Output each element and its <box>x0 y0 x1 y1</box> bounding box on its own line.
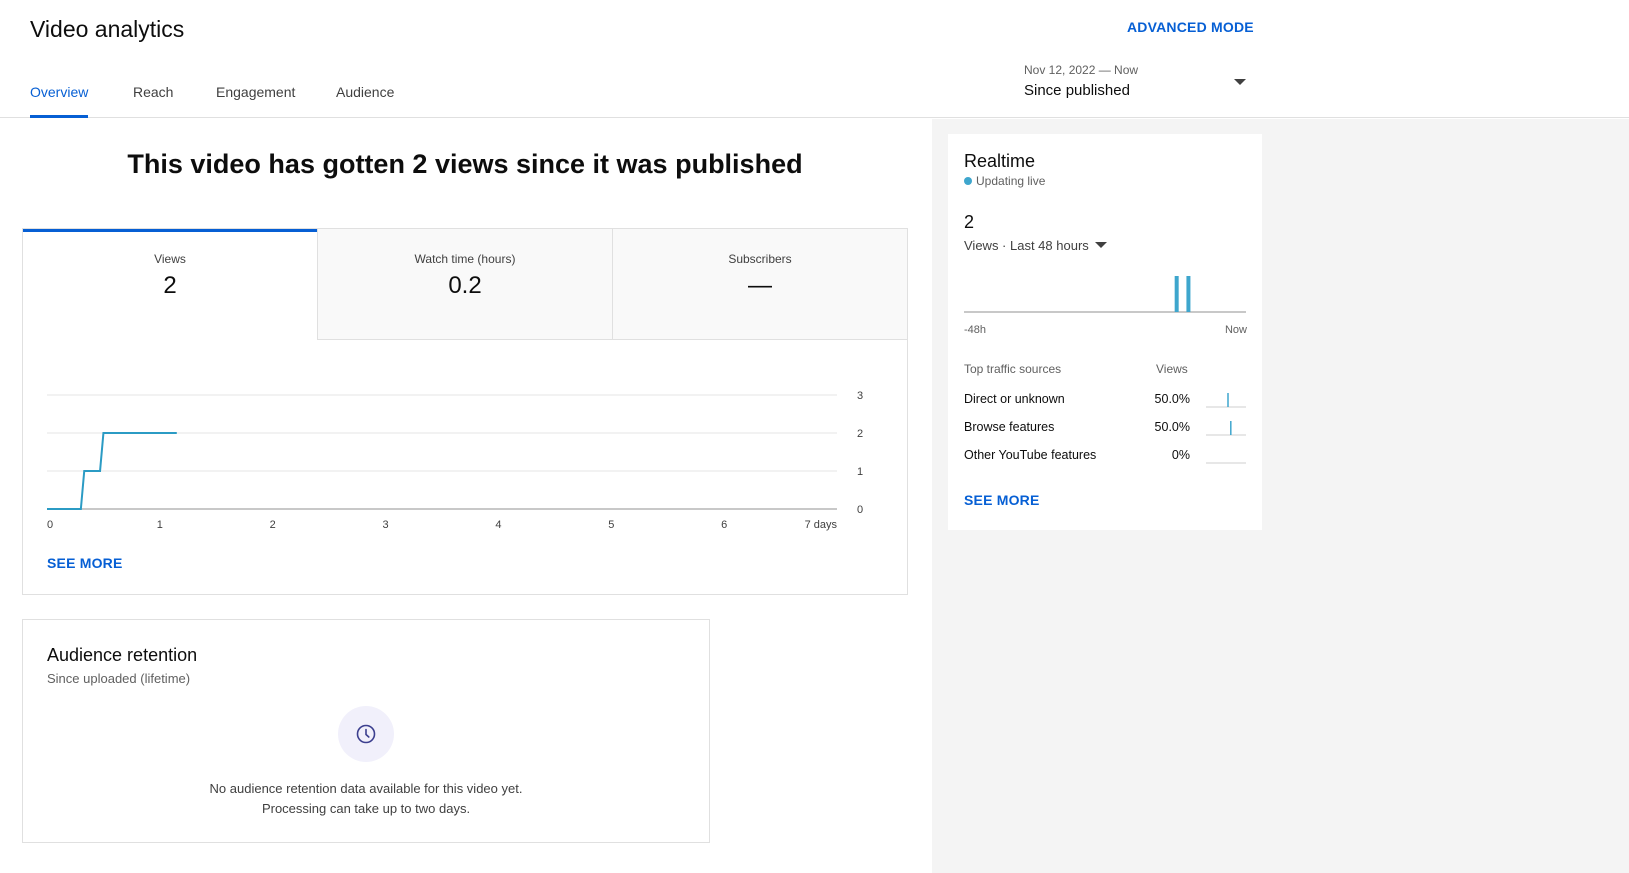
realtime-title: Realtime <box>964 151 1036 171</box>
see-more-button[interactable]: SEE MORE <box>47 555 123 571</box>
realtime-bar <box>1174 276 1179 312</box>
overview-headline: This video has gotten 2 views since it w… <box>127 149 803 179</box>
traffic-source-name: Direct or unknown <box>964 392 1065 406</box>
traffic-sources-header: Top traffic sources Views <box>964 362 1246 376</box>
y-tick-label: 0 <box>857 504 863 516</box>
x-tick-label: 5 <box>608 519 614 531</box>
retention-subtitle: Since uploaded (lifetime) <box>47 671 191 686</box>
views-line-chart: 0 1 2 3 0 1 2 3 4 5 6 7 days <box>47 390 863 531</box>
metric-value: 0.2 <box>448 272 482 299</box>
metric-tab-views[interactable]: Views 2 <box>23 229 318 340</box>
y-tick-label: 1 <box>857 466 863 478</box>
retention-message-line-2: Processing can take up to two days. <box>261 801 471 816</box>
realtime-see-more-button[interactable]: SEE MORE <box>964 492 1040 508</box>
metric-label: Watch time (hours) <box>414 252 516 266</box>
chevron-down-icon <box>1094 242 1107 248</box>
traffic-source-row: Direct or unknown 50.0% <box>964 392 1246 410</box>
clock-icon-container <box>338 706 394 762</box>
audience-retention-card: Audience retention Since uploaded (lifet… <box>22 619 710 843</box>
x-tick-label: 3 <box>383 519 389 531</box>
retention-empty-message: No audience retention data available for… <box>23 779 709 819</box>
x-tick-label: 1 <box>157 519 163 531</box>
realtime-axis-end: Now <box>1224 324 1247 336</box>
traffic-sparkline <box>1206 462 1246 464</box>
metric-label: Views <box>154 252 186 266</box>
clock-icon <box>356 724 376 744</box>
realtime-metric-dropdown[interactable]: Views · Last 48 hours <box>964 238 1107 253</box>
date-range-text: Nov 12, 2022 — Now <box>1024 63 1139 77</box>
metric-tab-watch-time[interactable]: Watch time (hours) 0.2 <box>318 229 613 340</box>
date-range-dropdown[interactable]: Nov 12, 2022 — Now Since published <box>1024 60 1246 104</box>
realtime-count: 2 <box>964 212 975 232</box>
retention-title: Audience retention <box>47 645 198 665</box>
x-tick-label: 6 <box>721 519 727 531</box>
realtime-bar-chart <box>964 276 1246 313</box>
realtime-bar <box>1186 276 1191 312</box>
realtime-card: Realtime Updating live 2 Views · Last 48… <box>948 134 1262 530</box>
metrics-card: Views 2 Watch time (hours) 0.2 Subscribe… <box>22 228 908 595</box>
x-tick-label: 2 <box>270 519 276 531</box>
tab-reach[interactable]: Reach <box>133 84 173 118</box>
traffic-source-name: Browse features <box>964 420 1055 434</box>
page-header: Video analytics ADVANCED MODE Overview R… <box>0 0 1629 118</box>
traffic-source-pct: 50.0% <box>1154 392 1190 406</box>
traffic-source-pct: 50.0% <box>1154 420 1190 434</box>
metric-value: — <box>748 272 772 299</box>
x-tick-label: 0 <box>47 519 53 531</box>
tab-audience[interactable]: Audience <box>336 84 394 118</box>
traffic-source-name: Other YouTube features <box>964 448 1097 462</box>
advanced-mode-button[interactable]: ADVANCED MODE <box>1127 19 1254 35</box>
x-tick-label: 7 days <box>805 519 838 531</box>
live-status-text: Updating live <box>976 174 1046 188</box>
traffic-sources-title: Top traffic sources <box>964 362 1062 376</box>
dropdown-arrow-icon <box>1234 79 1246 85</box>
y-tick-label: 3 <box>857 390 863 402</box>
traffic-sparkline <box>1206 421 1246 436</box>
x-tick-label: 4 <box>495 519 501 531</box>
traffic-source-row: Other YouTube features 0% <box>964 448 1246 466</box>
period-label: Since published <box>1024 82 1130 99</box>
realtime-axis-start: -48h <box>964 324 987 336</box>
metric-label: Subscribers <box>728 252 792 266</box>
tab-overview[interactable]: Overview <box>30 84 89 118</box>
metric-tab-subscribers[interactable]: Subscribers — <box>613 229 907 340</box>
traffic-source-pct: 0% <box>1171 448 1190 462</box>
page-title: Video analytics <box>30 16 185 42</box>
metric-value: 2 <box>163 272 177 299</box>
retention-message-line-1: No audience retention data available for… <box>209 781 523 796</box>
traffic-sparkline <box>1206 393 1246 408</box>
traffic-source-row: Browse features 50.0% <box>964 420 1246 438</box>
live-status: Updating live <box>964 174 1045 188</box>
realtime-metric-label: Views · Last 48 hours <box>964 238 1089 253</box>
live-dot-icon <box>964 177 972 185</box>
tab-engagement[interactable]: Engagement <box>216 84 295 118</box>
y-tick-label: 2 <box>857 428 863 440</box>
traffic-views-header: Views <box>1156 362 1188 376</box>
